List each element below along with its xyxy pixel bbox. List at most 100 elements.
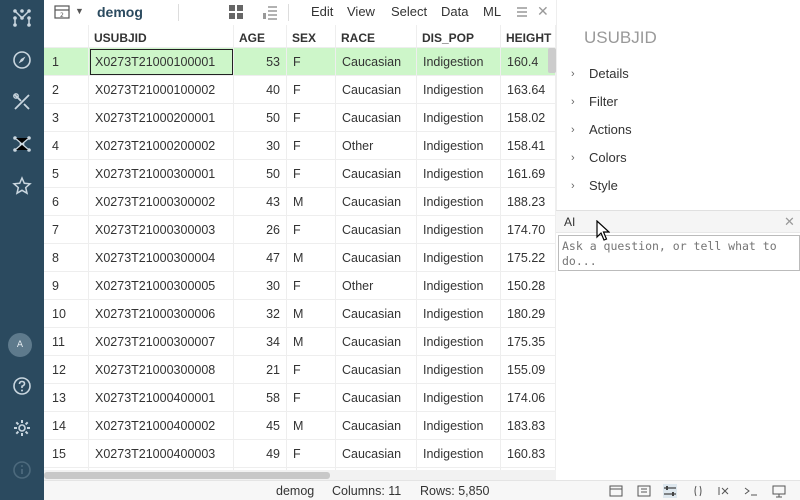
race-cell[interactable]: Caucasian xyxy=(336,328,417,356)
row-index-cell[interactable]: 15 xyxy=(44,440,89,468)
function-icon[interactable] xyxy=(717,484,731,498)
height-cell[interactable]: 174.70 xyxy=(501,216,556,244)
usubjid-cell[interactable]: X0273T21000300003 xyxy=(89,216,234,244)
dis-pop-cell[interactable]: Indigestion xyxy=(417,300,501,328)
data-grid[interactable]: USUBJID AGE SEX RACE DIS_POP HEIGHT 1 X02… xyxy=(44,25,556,470)
sex-cell[interactable]: F xyxy=(287,104,336,132)
row-index-cell[interactable]: 12 xyxy=(44,356,89,384)
sex-cell[interactable]: F xyxy=(287,48,336,76)
row-index-cell[interactable]: 1 xyxy=(44,48,89,76)
menu-ml[interactable]: ML xyxy=(483,4,501,19)
dis-pop-cell[interactable]: Indigestion xyxy=(417,76,501,104)
table-row[interactable]: 4 X0273T21000200002 30 F Other Indigestion 158… xyxy=(44,131,556,160)
table-icon[interactable] xyxy=(609,484,623,498)
age-cell[interactable]: 21 xyxy=(234,356,287,384)
height-cell[interactable]: 175.35 xyxy=(501,328,556,356)
row-index-cell[interactable]: 13 xyxy=(44,384,89,412)
app-logo-icon[interactable] xyxy=(6,2,38,34)
table-row[interactable]: 7 X0273T21000300003 26 F Caucasian Indigestio… xyxy=(44,215,556,244)
dis-pop-cell[interactable]: Indigestion xyxy=(417,104,501,132)
dis-pop-cell[interactable]: Indigestion xyxy=(417,440,501,468)
dis-pop-cell[interactable]: Indigestion xyxy=(417,160,501,188)
table-row[interactable]: 1 X0273T21000100001 53 F Caucasian Indigestio… xyxy=(44,47,556,76)
usubjid-cell[interactable]: X0273T21000300005 xyxy=(89,272,234,300)
form-icon[interactable] xyxy=(637,484,651,498)
section-filter[interactable]: › Filter xyxy=(571,94,618,109)
dis-pop-cell[interactable]: Indigestion xyxy=(417,188,501,216)
race-cell[interactable]: Caucasian xyxy=(336,440,417,468)
column-header-row-index[interactable] xyxy=(44,25,89,48)
column-header-age[interactable]: AGE xyxy=(234,25,287,48)
star-icon[interactable] xyxy=(6,170,38,202)
sex-cell[interactable]: M xyxy=(287,300,336,328)
row-index-cell[interactable]: 14 xyxy=(44,412,89,440)
usubjid-cell[interactable]: X0273T21000300008 xyxy=(89,356,234,384)
usubjid-cell[interactable]: X0273T21000400003 xyxy=(89,440,234,468)
column-header-sex[interactable]: SEX xyxy=(287,25,336,48)
usubjid-cell[interactable]: X0273T21000200002 xyxy=(89,132,234,160)
age-cell[interactable]: 50 xyxy=(234,104,287,132)
dis-pop-cell[interactable]: Indigestion xyxy=(417,356,501,384)
dis-pop-cell[interactable]: Indigestion xyxy=(417,328,501,356)
height-cell[interactable]: 174.06 xyxy=(501,384,556,412)
dis-pop-cell[interactable]: Indigestion xyxy=(417,216,501,244)
table-row[interactable]: 15 X0273T21000400003 49 F Caucasian Indigesti… xyxy=(44,439,556,468)
race-cell[interactable]: Other xyxy=(336,272,417,300)
dis-pop-cell[interactable]: Indigestion xyxy=(417,384,501,412)
race-cell[interactable]: Caucasian xyxy=(336,48,417,76)
sex-cell[interactable]: F xyxy=(287,440,336,468)
menu-data[interactable]: Data xyxy=(441,4,468,19)
race-cell[interactable]: Caucasian xyxy=(336,412,417,440)
table-row[interactable]: 6 X0273T21000300002 43 M Caucasian Indigestio… xyxy=(44,187,556,216)
height-cell[interactable]: 161.69 xyxy=(501,160,556,188)
usubjid-cell[interactable]: X0273T21000100001 xyxy=(89,48,234,76)
age-cell[interactable]: 26 xyxy=(234,216,287,244)
section-colors[interactable]: › Colors xyxy=(571,150,627,165)
row-index-cell[interactable]: 2 xyxy=(44,76,89,104)
race-cell[interactable]: Caucasian xyxy=(336,188,417,216)
sex-cell[interactable]: F xyxy=(287,132,336,160)
table-row[interactable]: 12 X0273T21000300008 21 F Caucasian Indigesti… xyxy=(44,355,556,384)
menu-edit[interactable]: Edit xyxy=(311,4,333,19)
hamburger-menu-icon[interactable] xyxy=(516,5,528,19)
close-icon[interactable]: ✕ xyxy=(537,3,549,20)
sliders-icon[interactable] xyxy=(663,484,677,498)
age-cell[interactable]: 58 xyxy=(234,384,287,412)
sex-cell[interactable]: F xyxy=(287,160,336,188)
age-cell[interactable]: 47 xyxy=(234,244,287,272)
table-title[interactable]: demog xyxy=(97,4,143,20)
usubjid-cell[interactable]: X0273T21000300001 xyxy=(89,160,234,188)
compass-icon[interactable] xyxy=(6,44,38,76)
column-header-dis-pop[interactable]: DIS_POP xyxy=(417,25,501,48)
table-row[interactable]: 10 X0273T21000300006 32 M Caucasian Indigesti… xyxy=(44,299,556,328)
race-cell[interactable]: Caucasian xyxy=(336,384,417,412)
column-header-race[interactable]: RACE xyxy=(336,25,417,48)
ai-prompt-input[interactable] xyxy=(558,235,800,271)
usubjid-cell[interactable]: X0273T21000300004 xyxy=(89,244,234,272)
usubjid-cell[interactable]: X0273T21000400002 xyxy=(89,412,234,440)
height-cell[interactable]: 158.02 xyxy=(501,104,556,132)
network-icon[interactable] xyxy=(6,128,38,160)
dis-pop-cell[interactable]: Indigestion xyxy=(417,48,501,76)
age-cell[interactable]: 32 xyxy=(234,300,287,328)
horizontal-scrollbar[interactable] xyxy=(44,472,330,479)
usubjid-cell[interactable]: X0273T21000300006 xyxy=(89,300,234,328)
height-cell[interactable]: 183.83 xyxy=(501,412,556,440)
sex-cell[interactable]: F xyxy=(287,356,336,384)
row-index-cell[interactable]: 3 xyxy=(44,104,89,132)
row-index-cell[interactable]: 9 xyxy=(44,272,89,300)
presentation-icon[interactable] xyxy=(772,484,786,498)
usubjid-cell[interactable]: X0273T21000300007 xyxy=(89,328,234,356)
row-index-cell[interactable]: 5 xyxy=(44,160,89,188)
race-cell[interactable]: Other xyxy=(336,132,417,160)
column-header-usubjid[interactable]: USUBJID xyxy=(89,25,234,48)
variables-icon[interactable] xyxy=(691,484,705,498)
row-index-cell[interactable]: 8 xyxy=(44,244,89,272)
usubjid-cell[interactable]: X0273T21000100002 xyxy=(89,76,234,104)
height-cell[interactable]: 160.83 xyxy=(501,440,556,468)
table-row[interactable]: 9 X0273T21000300005 30 F Other Indigestion 150… xyxy=(44,271,556,300)
row-index-cell[interactable]: 11 xyxy=(44,328,89,356)
status-table-name[interactable]: demog xyxy=(276,484,314,498)
age-cell[interactable]: 53 xyxy=(234,48,287,76)
section-details[interactable]: › Details xyxy=(571,66,629,81)
